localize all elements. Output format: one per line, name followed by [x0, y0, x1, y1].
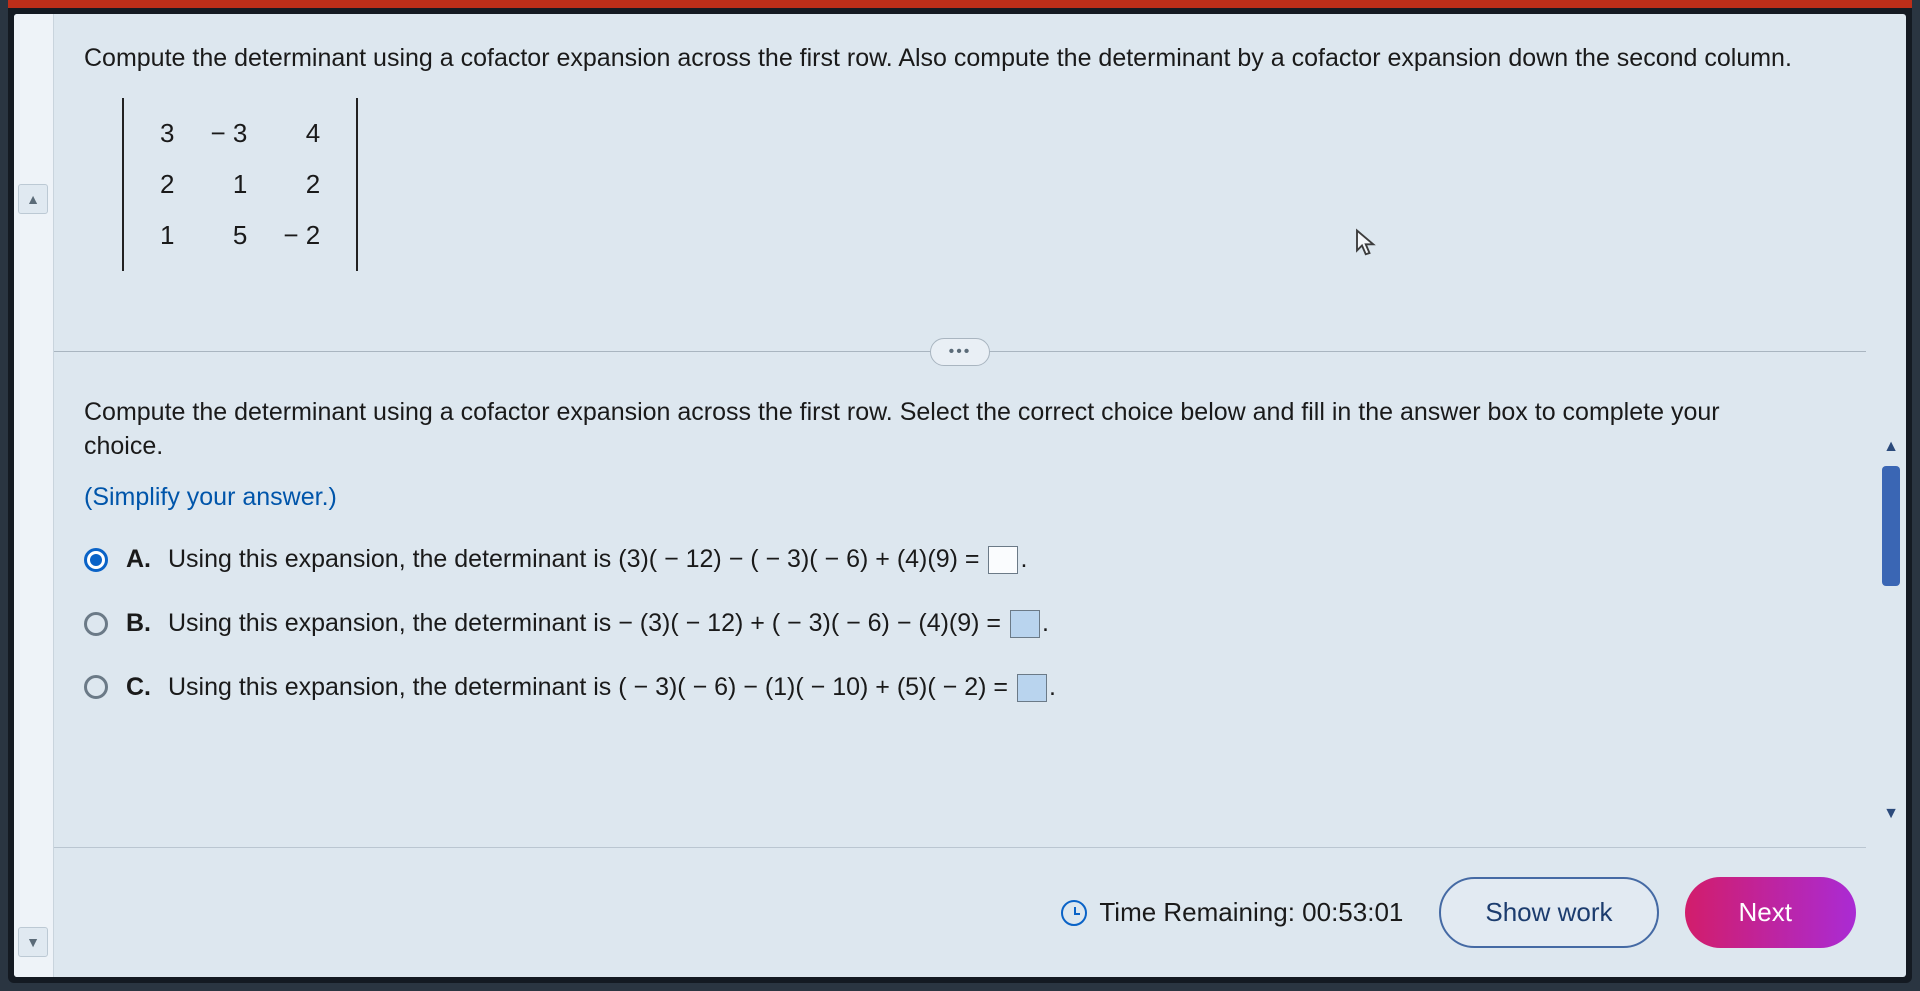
matrix-cell: − 3	[192, 108, 265, 159]
choice-expression: ( − 3)( − 6) − (1)( − 10) + (5)( − 2) =	[618, 673, 1008, 701]
answer-input-c[interactable]	[1017, 674, 1047, 702]
choice-lead: Using this expansion, the determinant is	[168, 545, 618, 573]
radio-a[interactable]	[84, 548, 108, 572]
show-work-button[interactable]: Show work	[1439, 877, 1658, 948]
matrix-cell: − 2	[265, 210, 338, 261]
gutter-down-icon[interactable]: ▼	[18, 927, 48, 957]
choice-c[interactable]: C. Using this expansion, the determinant…	[84, 671, 1836, 705]
page-surface: ▲ ▼ Compute the determinant using a cofa…	[14, 14, 1906, 977]
simplify-note: (Simplify your answer.)	[84, 481, 1836, 515]
choice-text: Using this expansion, the determinant is…	[168, 607, 1049, 641]
footer-bar: Time Remaining: 00:53:01 Show work Next	[54, 847, 1866, 977]
choice-label: B.	[126, 607, 154, 641]
choice-tail: .	[1020, 545, 1027, 573]
matrix-cell: 2	[142, 159, 192, 210]
choice-b[interactable]: B. Using this expansion, the determinant…	[84, 607, 1836, 641]
answer-choices: A. Using this expansion, the determinant…	[84, 543, 1836, 704]
clock-icon	[1061, 900, 1087, 926]
right-scrollbar[interactable]: ▲ ▼	[1878, 434, 1904, 827]
matrix-cell: 3	[142, 108, 192, 159]
matrix-cell: 1	[142, 210, 192, 261]
next-button[interactable]: Next	[1685, 877, 1856, 948]
expand-pill[interactable]: •••	[930, 338, 990, 366]
radio-b[interactable]	[84, 612, 108, 636]
app-frame: ▲ ▼ Compute the determinant using a cofa…	[8, 0, 1912, 983]
content-area: Compute the determinant using a cofactor…	[54, 14, 1866, 837]
choice-lead: Using this expansion, the determinant is	[168, 673, 618, 701]
question-prompt: Compute the determinant using a cofactor…	[84, 42, 1836, 76]
left-gutter: ▲ ▼	[14, 14, 54, 977]
choice-expression: (3)( − 12) − ( − 3)( − 6) + (4)(9) =	[618, 545, 979, 573]
choice-expression: − (3)( − 12) + ( − 3)( − 6) − (4)(9) =	[618, 609, 1001, 637]
choice-label: A.	[126, 543, 154, 577]
answer-input-b[interactable]	[1010, 610, 1040, 638]
timer-value: 00:53:01	[1302, 897, 1403, 928]
matrix-cell: 5	[192, 210, 265, 261]
choice-a[interactable]: A. Using this expansion, the determinant…	[84, 543, 1836, 577]
timer-label: Time Remaining:	[1099, 897, 1295, 928]
choice-text: Using this expansion, the determinant is…	[168, 671, 1056, 705]
choice-tail: .	[1042, 609, 1049, 637]
choice-label: C.	[126, 671, 154, 705]
timer: Time Remaining: 00:53:01	[1061, 897, 1403, 928]
radio-dot-icon	[90, 554, 102, 566]
choice-tail: .	[1049, 673, 1056, 701]
gutter-up-icon[interactable]: ▲	[18, 184, 48, 214]
matrix-cell: 1	[192, 159, 265, 210]
matrix-cell: 2	[265, 159, 338, 210]
determinant-matrix: 3 − 3 4 2 1 2 1 5 − 2	[122, 98, 358, 271]
choice-text: Using this expansion, the determinant is…	[168, 543, 1027, 577]
radio-c[interactable]	[84, 675, 108, 699]
choice-lead: Using this expansion, the determinant is	[168, 609, 618, 637]
answer-input-a[interactable]	[988, 546, 1018, 574]
section-divider: •••	[54, 351, 1866, 352]
matrix-cell: 4	[265, 108, 338, 159]
scroll-up-icon[interactable]: ▲	[1878, 434, 1904, 460]
answer-instruction: Compute the determinant using a cofactor…	[84, 396, 1804, 464]
scroll-thumb[interactable]	[1882, 466, 1900, 586]
scroll-down-icon[interactable]: ▼	[1878, 801, 1904, 827]
